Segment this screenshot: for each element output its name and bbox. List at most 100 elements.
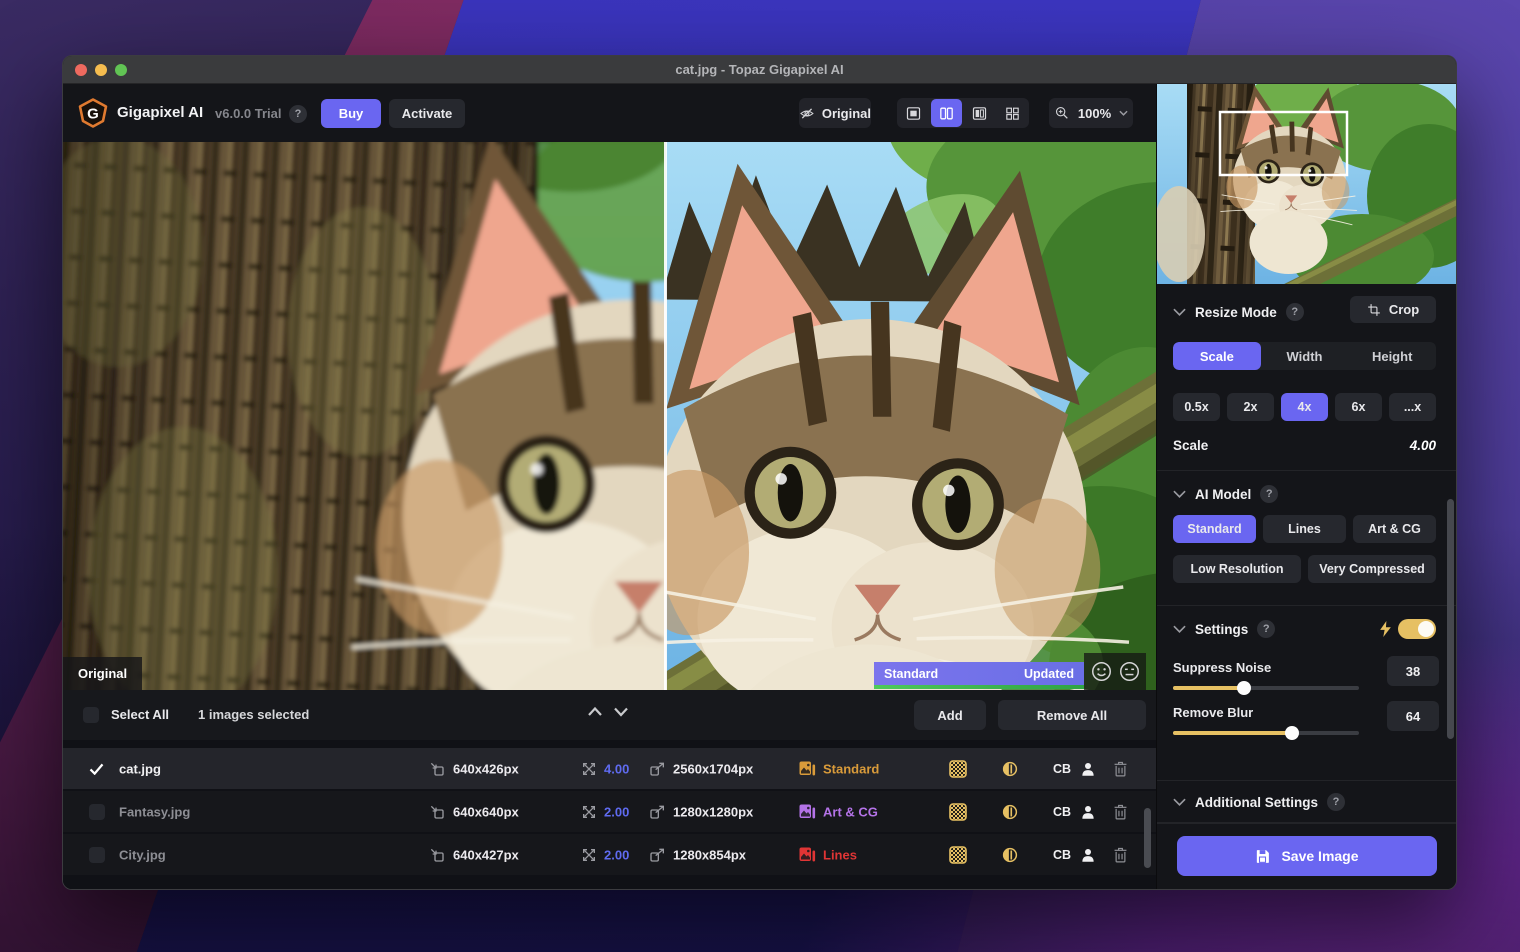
neutral-face-icon[interactable] bbox=[1119, 661, 1140, 682]
output-size: 1280x854px bbox=[673, 847, 746, 862]
file-checkbox-checked[interactable] bbox=[89, 763, 104, 775]
model-icon bbox=[799, 761, 816, 777]
save-image-button[interactable]: Save Image bbox=[1177, 836, 1437, 876]
select-all-checkbox[interactable] bbox=[83, 707, 99, 723]
compare-status-bar: Standard Updated bbox=[874, 662, 1084, 685]
preset-custom[interactable]: ...x bbox=[1389, 393, 1436, 421]
suppress-noise-badge-icon[interactable] bbox=[949, 760, 967, 778]
settings-section: Settings ? Suppress Noise 38 bbox=[1157, 606, 1456, 781]
titlebar[interactable]: cat.jpg - Topaz Gigapixel AI bbox=[63, 56, 1456, 84]
preset-0.5x[interactable]: 0.5x bbox=[1173, 393, 1220, 421]
remove-all-button[interactable]: Remove All bbox=[998, 700, 1146, 730]
image-compare-canvas[interactable]: Original Standard Updated bbox=[63, 142, 1156, 690]
remove-blur-badge-icon[interactable] bbox=[1001, 760, 1019, 778]
face-recovery-icon[interactable] bbox=[1079, 846, 1097, 864]
close-window-button[interactable] bbox=[75, 64, 87, 76]
resize-tabs: Scale Width Height bbox=[1173, 342, 1436, 370]
zoom-window-button[interactable] bbox=[115, 64, 127, 76]
section-collapse-icon[interactable] bbox=[1173, 798, 1186, 806]
crop-button[interactable]: Crop bbox=[1350, 296, 1436, 323]
remove-blur-value[interactable]: 64 bbox=[1387, 701, 1439, 731]
suppress-noise-badge-icon[interactable] bbox=[949, 803, 967, 821]
view-split-button[interactable] bbox=[931, 99, 962, 127]
file-list-scrollbar[interactable] bbox=[1144, 808, 1151, 868]
window-title: cat.jpg - Topaz Gigapixel AI bbox=[675, 62, 843, 77]
help-icon[interactable]: ? bbox=[1327, 793, 1345, 811]
add-images-button[interactable]: Add bbox=[914, 700, 986, 730]
delete-file-icon[interactable] bbox=[1113, 760, 1128, 777]
model-icon bbox=[799, 847, 816, 863]
remove-blur-track[interactable] bbox=[1173, 731, 1359, 735]
zoom-level-dropdown[interactable]: 100% bbox=[1049, 98, 1133, 128]
activate-button[interactable]: Activate bbox=[389, 99, 465, 128]
file-checkbox[interactable] bbox=[89, 847, 105, 863]
scale-presets: 0.5x 2x 4x 6x ...x bbox=[1173, 393, 1436, 421]
navigator-thumbnail[interactable] bbox=[1157, 84, 1457, 284]
help-icon[interactable]: ? bbox=[1257, 620, 1275, 638]
section-collapse-icon[interactable] bbox=[1173, 625, 1186, 633]
minimize-window-button[interactable] bbox=[95, 64, 107, 76]
file-row[interactable]: Fantasy.jpg 640x640px 2.00 1280x1280px bbox=[63, 791, 1156, 832]
input-size-icon bbox=[429, 804, 445, 820]
section-collapse-icon[interactable] bbox=[1173, 308, 1186, 316]
model-lowres-button[interactable]: Low Resolution bbox=[1173, 555, 1301, 583]
suppress-noise-badge-icon[interactable] bbox=[949, 846, 967, 864]
help-icon[interactable]: ? bbox=[1286, 303, 1304, 321]
model-artcg-button[interactable]: Art & CG bbox=[1353, 515, 1436, 543]
toolbar: G Gigapixel AI v6.0.0 Trial ? Buy Activa… bbox=[63, 84, 1156, 142]
preset-2x[interactable]: 2x bbox=[1227, 393, 1274, 421]
tab-width[interactable]: Width bbox=[1261, 342, 1349, 370]
auto-settings-toggle[interactable] bbox=[1398, 619, 1436, 639]
sidebar-scrollbar[interactable] bbox=[1447, 499, 1454, 739]
help-icon[interactable]: ? bbox=[1260, 485, 1278, 503]
slider-knob[interactable] bbox=[1285, 726, 1299, 740]
view-single-button[interactable] bbox=[898, 99, 929, 127]
suppress-noise-track[interactable] bbox=[1173, 686, 1359, 690]
model-name: Standard bbox=[823, 761, 879, 776]
tab-scale[interactable]: Scale bbox=[1173, 342, 1261, 370]
original-toggle-label: Original bbox=[822, 106, 871, 121]
feedback-chip bbox=[1084, 653, 1146, 690]
crop-label: Crop bbox=[1389, 302, 1419, 317]
remove-blur-badge-icon[interactable] bbox=[1001, 846, 1019, 864]
view-grid-button[interactable] bbox=[997, 99, 1028, 127]
preset-6x[interactable]: 6x bbox=[1335, 393, 1382, 421]
delete-file-icon[interactable] bbox=[1113, 846, 1128, 863]
face-recovery-icon[interactable] bbox=[1079, 803, 1097, 821]
compare-divider[interactable] bbox=[664, 142, 667, 690]
view-grid-icon bbox=[1004, 105, 1021, 122]
model-verycompressed-button[interactable]: Very Compressed bbox=[1308, 555, 1436, 583]
preset-4x[interactable]: 4x bbox=[1281, 393, 1328, 421]
show-original-toggle[interactable]: Original bbox=[799, 98, 871, 128]
scale-value: 4.00 bbox=[1410, 438, 1436, 453]
view-sidebyside-button[interactable] bbox=[964, 99, 995, 127]
file-row[interactable]: cat.jpg 640x426px 4.00 2560x1704px bbox=[63, 748, 1156, 789]
eye-off-icon bbox=[799, 105, 815, 122]
tab-height[interactable]: Height bbox=[1348, 342, 1436, 370]
delete-file-icon[interactable] bbox=[1113, 803, 1128, 820]
compare-right-label: Updated bbox=[1024, 667, 1074, 681]
section-collapse-icon[interactable] bbox=[1173, 490, 1186, 498]
color-bleed-badge[interactable]: CB bbox=[1053, 848, 1071, 862]
select-all-label: Select All bbox=[111, 707, 169, 722]
input-size: 640x426px bbox=[453, 761, 519, 776]
scale-factor: 4.00 bbox=[604, 761, 629, 776]
file-row[interactable]: City.jpg 640x427px 2.00 1280x854px bbox=[63, 834, 1156, 875]
help-icon[interactable]: ? bbox=[289, 105, 307, 123]
scale-label: Scale bbox=[1173, 438, 1208, 453]
model-standard-button[interactable]: Standard bbox=[1173, 515, 1256, 543]
chevron-up-icon[interactable] bbox=[587, 706, 603, 717]
remove-blur-badge-icon[interactable] bbox=[1001, 803, 1019, 821]
happy-face-icon[interactable] bbox=[1091, 661, 1112, 682]
color-bleed-badge[interactable]: CB bbox=[1053, 805, 1071, 819]
file-name: City.jpg bbox=[119, 847, 166, 862]
model-lines-button[interactable]: Lines bbox=[1263, 515, 1346, 543]
suppress-noise-value[interactable]: 38 bbox=[1387, 656, 1439, 686]
chevron-down-icon[interactable] bbox=[613, 706, 629, 717]
buy-button[interactable]: Buy bbox=[321, 99, 381, 128]
zoom-level-value: 100% bbox=[1078, 106, 1111, 121]
face-recovery-icon[interactable] bbox=[1079, 760, 1097, 778]
slider-knob[interactable] bbox=[1237, 681, 1251, 695]
color-bleed-badge[interactable]: CB bbox=[1053, 762, 1071, 776]
file-checkbox[interactable] bbox=[89, 804, 105, 820]
